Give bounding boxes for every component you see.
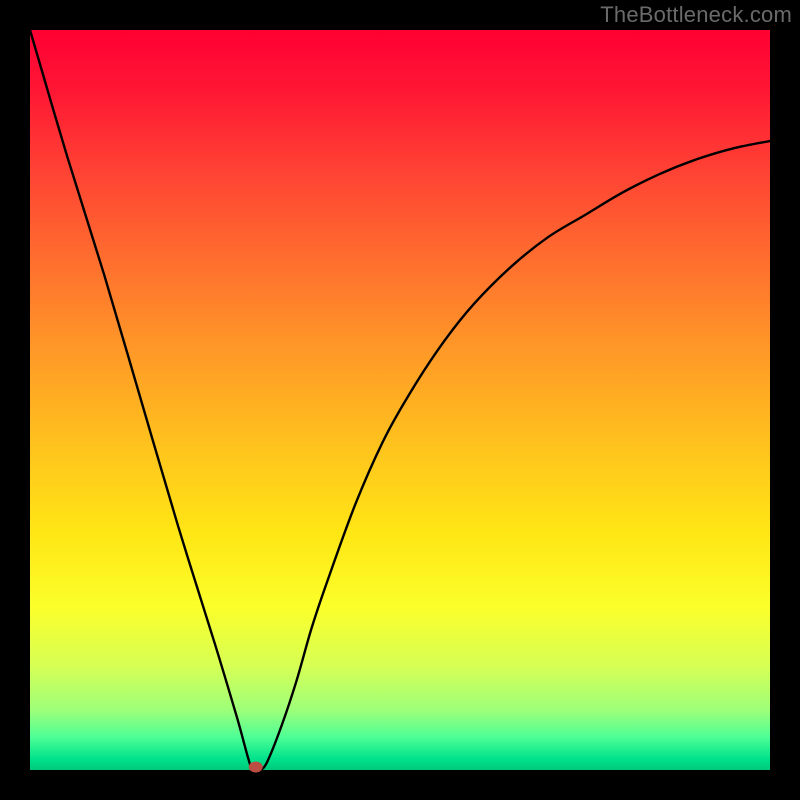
watermark-text: TheBottleneck.com <box>600 2 792 28</box>
bottleneck-chart <box>0 0 800 800</box>
chart-container: TheBottleneck.com <box>0 0 800 800</box>
optimal-point-marker <box>249 762 263 773</box>
